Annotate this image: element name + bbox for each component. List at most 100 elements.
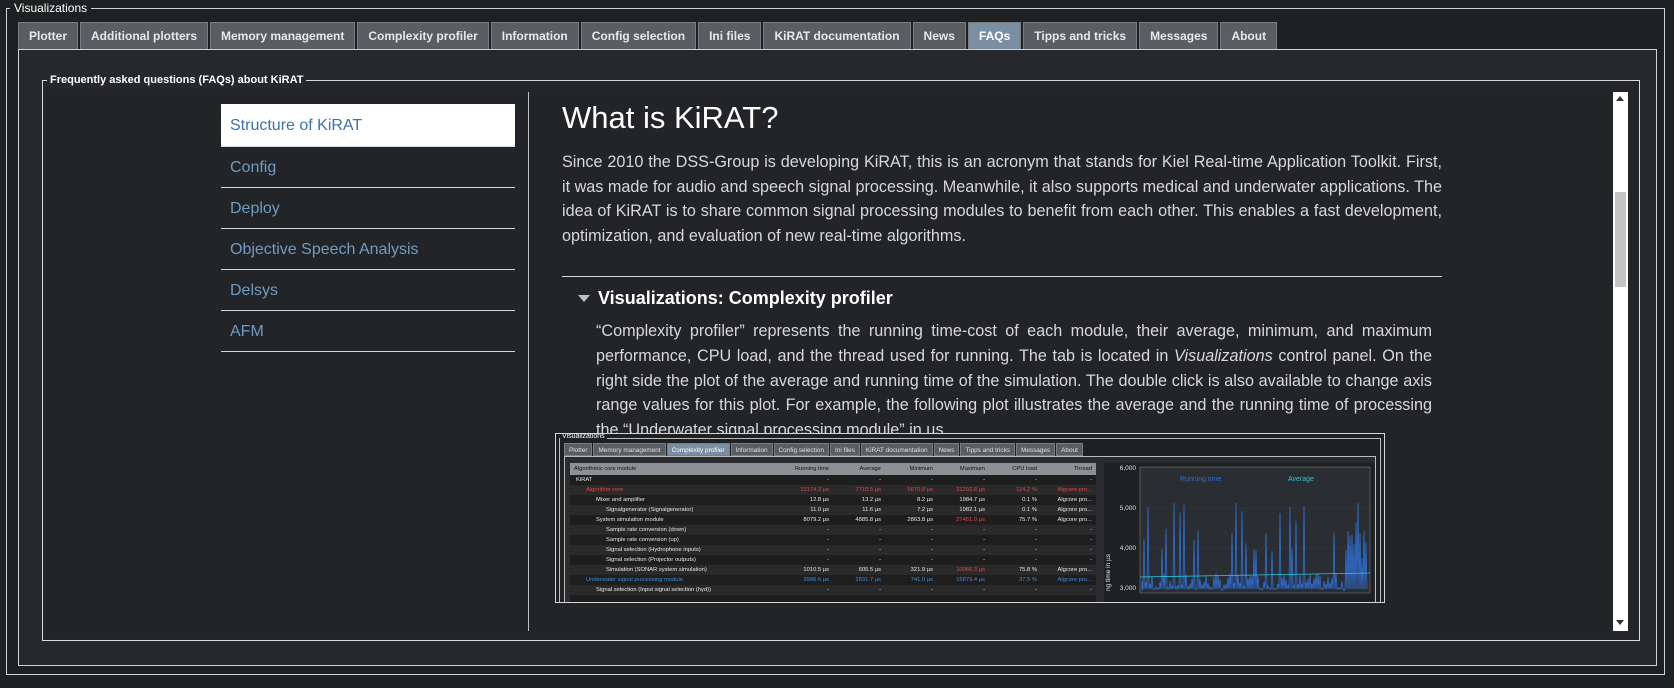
embedded-table-row: System simulation module 8079.2 µs 4885.8 …	[570, 515, 1096, 525]
article-divider	[562, 276, 1442, 278]
embedded-row-name: KiRAT	[576, 477, 593, 483]
tab-faqs[interactable]: FAQs	[967, 22, 1022, 49]
embedded-row-value: 11.0 µs	[810, 507, 829, 513]
embedded-row-value: 1982.1 µs	[959, 507, 985, 513]
embedded-row-value: -	[983, 587, 985, 593]
embedded-row-value: 15879.4 µs	[956, 577, 985, 583]
embedded-table-row: Signal selection (Input signal selection…	[570, 585, 1096, 595]
embedded-row-name: Mixer and amplifier	[596, 497, 645, 503]
embedded-row-value: Algcore pro...	[1057, 567, 1092, 573]
embedded-row-value: -	[931, 527, 933, 533]
scroll-thumb[interactable]	[1615, 192, 1626, 287]
embedded-tab-bar: Plotter Memory management Complexity profi…	[564, 443, 1083, 456]
embedded-row-value: -	[931, 537, 933, 543]
embedded-profiler-table: Algorithmic core module Running time Avera…	[570, 463, 1096, 602]
embedded-tab: Complexity profiler	[666, 443, 730, 456]
embedded-column-header: CPU load	[1012, 466, 1037, 472]
scroll-up-arrow-icon[interactable]	[1616, 96, 1624, 101]
embedded-row-value: Algcore pro...	[1057, 507, 1092, 513]
embedded-row-value: 31292.8 µs	[956, 487, 985, 493]
embedded-row-value: -	[983, 557, 985, 563]
embedded-tab: Config selection	[773, 443, 830, 456]
section-title: Visualizations: Complexity profiler	[598, 288, 893, 309]
embedded-row-value: 741.0 µs	[910, 577, 933, 583]
embedded-tab: About	[1056, 443, 1083, 456]
embedded-tab: Information	[730, 443, 773, 456]
embedded-row-value: -	[931, 557, 933, 563]
faq-browser: Structure of KiRAT Config Deploy Objective …	[47, 92, 1613, 631]
embedded-row-value: 321.9 µs	[910, 567, 933, 573]
tab-messages[interactable]: Messages	[1139, 22, 1219, 49]
sidebar-item-delsys[interactable]: Delsys	[221, 270, 515, 311]
sidebar-item-objective-speech-analysis[interactable]: Objective Speech Analysis	[221, 229, 515, 270]
embedded-row-value: -	[827, 537, 829, 543]
embedded-row-name: Sample rate conversion (up)	[606, 537, 679, 543]
embedded-row-value: 4885.8 µs	[855, 517, 881, 523]
embedded-row-value: -	[983, 527, 985, 533]
embedded-tab: Ini files	[830, 443, 860, 456]
embedded-row-name: System simulation module	[596, 517, 664, 523]
tab-complexity-profiler[interactable]: Complexity profiler	[357, 22, 489, 49]
embedded-row-value: 75.8 %	[1018, 567, 1037, 573]
complexity-profiler-screenshot: Visualizations Plotter Memory management C…	[555, 433, 1385, 603]
embedded-row-value: -	[827, 527, 829, 533]
embedded-row-value: 12.8 µs	[809, 497, 829, 503]
faq-article: What is KiRAT? Since 2010 the DSS-Group …	[562, 92, 1488, 442]
embedded-row-value: 605.5 µs	[858, 567, 881, 573]
embedded-table-row: Algorithm core 12174.3 µs 7710.5 µs 5670.8 …	[570, 485, 1096, 495]
tab-news[interactable]: News	[912, 22, 966, 49]
sidebar-item-afm[interactable]: AFM	[221, 311, 515, 352]
sidebar-item-config[interactable]: Config	[221, 147, 515, 188]
embedded-row-value: -	[1035, 477, 1037, 483]
embedded-column-header: Maximum	[959, 466, 985, 472]
visualizations-group-title: Visualizations	[10, 0, 92, 16]
tab-about[interactable]: About	[1220, 22, 1278, 49]
embedded-row-value: -	[1090, 587, 1092, 593]
scroll-down-arrow-icon[interactable]	[1616, 620, 1624, 625]
sidebar-item-deploy[interactable]: Deploy	[221, 188, 515, 229]
tab-memory-management[interactable]: Memory management	[210, 22, 356, 49]
legend-running-time: Running time	[1180, 476, 1221, 483]
legend-average: Average	[1288, 476, 1314, 483]
tab-tipps-and-tricks[interactable]: Tipps and tricks	[1023, 22, 1138, 49]
embedded-row-name: Simulation (SONAR system simulation)	[606, 567, 707, 573]
article-intro: Since 2010 the DSS-Group is developing K…	[562, 153, 1442, 245]
embedded-row-value: -	[1090, 477, 1092, 483]
tab-config-selection[interactable]: Config selection	[580, 22, 697, 49]
embedded-row-value: -	[1035, 537, 1037, 543]
embedded-table-row: Underwater signal processing module 3996.…	[570, 575, 1096, 585]
tab-additional-plotters[interactable]: Additional plotters	[80, 22, 209, 49]
section-toggle[interactable]: Visualizations: Complexity profiler	[578, 288, 1488, 309]
embedded-row-value: 27451.0 µs	[956, 517, 985, 523]
tab-plotter[interactable]: Plotter	[18, 22, 79, 49]
embedded-row-value: 2831.7 µs	[855, 577, 881, 583]
embedded-row-value: -	[931, 547, 933, 553]
main-tab-bar: Plotter Additional plotters Memory managem…	[18, 22, 1278, 50]
embedded-row-value: -	[827, 477, 829, 483]
tab-kirat-documentation[interactable]: KiRAT documentation	[763, 22, 911, 49]
tab-ini-files[interactable]: Ini files	[698, 22, 762, 49]
embedded-row-value: -	[983, 477, 985, 483]
embedded-column-header: Algorithmic core module	[574, 466, 637, 472]
embedded-row-value: 10066.3 µs	[956, 567, 985, 573]
embedded-row-value: -	[1035, 527, 1037, 533]
section-text-em: Visualizations	[1174, 346, 1273, 365]
embedded-row-value: -	[983, 547, 985, 553]
embedded-row-value: -	[879, 587, 881, 593]
sidebar-item-structure-of-kirat[interactable]: Structure of KiRAT	[221, 104, 515, 147]
embedded-row-value: -	[827, 557, 829, 563]
embedded-row-value: 37.5 %	[1018, 577, 1037, 583]
embedded-row-value: -	[879, 477, 881, 483]
embedded-row-value: 114.2 %	[1016, 487, 1037, 493]
embedded-row-value: -	[983, 537, 985, 543]
tab-information[interactable]: Information	[490, 22, 579, 49]
embedded-tab: Tipps and tricks	[960, 443, 1015, 456]
embedded-row-value: -	[1090, 557, 1092, 563]
vertical-scrollbar[interactable]	[1613, 92, 1628, 631]
embedded-row-name: Algorithm core	[586, 487, 624, 493]
embedded-tab: News	[933, 443, 960, 456]
embedded-row-value: 0.1 %	[1022, 507, 1037, 513]
embedded-group-title: Visualizations	[560, 433, 607, 440]
embedded-row-value: Algcore pro...	[1057, 517, 1092, 523]
embedded-row-value: 75.7 %	[1018, 517, 1037, 523]
